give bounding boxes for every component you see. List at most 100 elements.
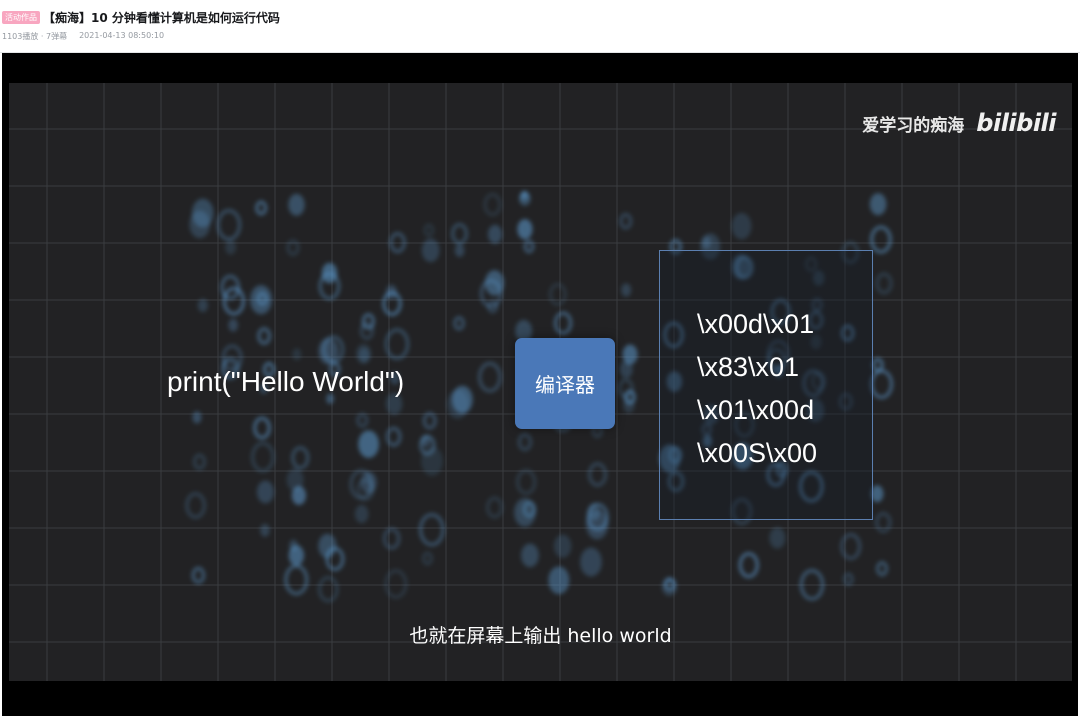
source-code-text: print("Hello World") bbox=[167, 366, 405, 397]
rain-digit bbox=[356, 412, 369, 428]
rain-digit bbox=[250, 441, 275, 473]
rain-digit bbox=[288, 193, 305, 216]
activity-badge[interactable]: 活动作品 bbox=[2, 10, 40, 24]
rain-digit bbox=[701, 236, 712, 249]
rain-digit bbox=[623, 398, 635, 413]
video-title: 【痴海】10 分钟看懂计算机是如何运行代码 bbox=[43, 10, 280, 25]
rain-digit bbox=[256, 480, 274, 504]
rain-digit bbox=[869, 193, 887, 216]
rain-digit bbox=[385, 426, 402, 447]
rain-digit bbox=[389, 231, 407, 254]
compiler-label: 编译器 bbox=[535, 373, 595, 397]
rain-digit bbox=[869, 225, 892, 254]
rain-digit bbox=[284, 564, 309, 596]
rain-digit bbox=[453, 315, 465, 331]
rain-digit bbox=[286, 468, 304, 492]
rain-digit bbox=[318, 533, 337, 559]
rain-digit bbox=[840, 532, 862, 561]
rain-digit bbox=[225, 240, 237, 255]
rain-digit bbox=[451, 385, 473, 414]
rain-digit bbox=[450, 222, 469, 245]
rain-digit bbox=[250, 285, 272, 315]
bytecode-lines: \x00d\x01 \x83\x01 \x01\x00d \x00S\x00 bbox=[697, 303, 817, 475]
rain-digit bbox=[875, 272, 893, 295]
rain-digit bbox=[799, 568, 825, 601]
rain-digit bbox=[361, 313, 376, 330]
rain-digit bbox=[360, 471, 377, 494]
rain-digit bbox=[216, 208, 242, 241]
rain-digit bbox=[384, 328, 410, 361]
rain-digit bbox=[318, 337, 339, 365]
rain-digit bbox=[553, 311, 573, 335]
rain-digit bbox=[418, 512, 445, 547]
video-frame[interactable]: 爱学习的痴海 bilibili print("Hello World") 编译器… bbox=[9, 83, 1072, 681]
rain-digit bbox=[483, 192, 502, 217]
rain-digit bbox=[257, 327, 272, 345]
rain-digit bbox=[517, 218, 533, 240]
rain-digit bbox=[286, 239, 300, 257]
compiler-box: 编译器 bbox=[515, 338, 615, 429]
rain-digit bbox=[185, 492, 207, 519]
bytecode-line: \x00S\x00 bbox=[697, 438, 818, 468]
rain-digit bbox=[385, 284, 397, 300]
rain-digit bbox=[317, 575, 339, 603]
rain-digit bbox=[292, 348, 302, 361]
rain-digit bbox=[422, 411, 437, 430]
rain-digit bbox=[382, 527, 401, 550]
bytecode-line: \x01\x00d bbox=[697, 395, 815, 425]
video-player[interactable]: 爱学习的痴海 bilibili print("Hello World") 编译器… bbox=[2, 53, 1078, 716]
rain-digit bbox=[619, 212, 633, 230]
rain-digit bbox=[769, 527, 786, 549]
rain-digit bbox=[553, 534, 572, 558]
rain-digit bbox=[515, 468, 537, 496]
rain-digit bbox=[874, 511, 892, 533]
publish-date: 2021-04-13 08:50:10 bbox=[79, 31, 165, 40]
rain-digit bbox=[192, 411, 202, 424]
rain-digit bbox=[548, 566, 570, 595]
rain-digit bbox=[622, 344, 638, 365]
rain-digit bbox=[621, 283, 632, 297]
rain-digit bbox=[384, 569, 408, 599]
bilibili-watermark: 爱学习的痴海 bilibili bbox=[862, 109, 1056, 137]
rain-digit bbox=[255, 200, 268, 216]
rain-digit bbox=[484, 270, 505, 296]
video-subtitle: 也就在屏幕上输出 hello world bbox=[409, 625, 672, 647]
rain-digit bbox=[731, 212, 752, 240]
rain-digit bbox=[487, 224, 503, 244]
rain-digit bbox=[222, 286, 246, 316]
rain-digit bbox=[587, 462, 608, 487]
rain-digit bbox=[288, 545, 305, 566]
rain-digit bbox=[192, 453, 207, 471]
rain-digit bbox=[485, 496, 504, 519]
bilibili-logo-icon: bilibili bbox=[976, 109, 1056, 137]
rain-digit bbox=[521, 543, 539, 568]
bytecode-line: \x83\x01 bbox=[697, 352, 800, 382]
rain-digit bbox=[358, 430, 379, 459]
video-meta: 1103播放 · 7弹幕 2021-04-13 08:50:10 bbox=[2, 31, 164, 42]
rain-digit bbox=[197, 298, 208, 313]
video-header: 活动作品 【痴海】10 分钟看懂计算机是如何运行代码 1103播放 · 7弹幕 … bbox=[0, 0, 1080, 53]
rain-digit bbox=[252, 416, 272, 440]
rain-digit bbox=[421, 238, 440, 263]
rain-digit bbox=[260, 523, 270, 537]
rain-digit bbox=[842, 572, 854, 587]
rain-digit bbox=[354, 504, 369, 524]
rain-digit bbox=[358, 347, 370, 363]
rain-digit bbox=[191, 566, 206, 584]
rain-digit bbox=[423, 223, 435, 237]
rain-digit bbox=[580, 547, 602, 577]
rain-digit bbox=[738, 551, 760, 579]
rain-digit bbox=[548, 282, 567, 306]
watermark-author: 爱学习的痴海 bbox=[862, 115, 965, 136]
rain-digit bbox=[291, 446, 310, 470]
title-row: 活动作品 【痴海】10 分钟看懂计算机是如何运行代码 bbox=[2, 8, 280, 26]
bytecode-line: \x00d\x01 bbox=[697, 309, 815, 339]
rain-digit bbox=[517, 432, 533, 452]
rain-digit bbox=[523, 239, 535, 254]
bytecode-box: \x00d\x01 \x83\x01 \x01\x00d \x00S\x00 bbox=[659, 250, 873, 520]
play-stats: 1103播放 · 7弹幕 bbox=[2, 32, 68, 41]
rain-digit bbox=[875, 561, 889, 577]
rain-digit bbox=[871, 357, 884, 373]
rain-digit bbox=[869, 369, 894, 400]
rain-digit bbox=[191, 198, 214, 228]
